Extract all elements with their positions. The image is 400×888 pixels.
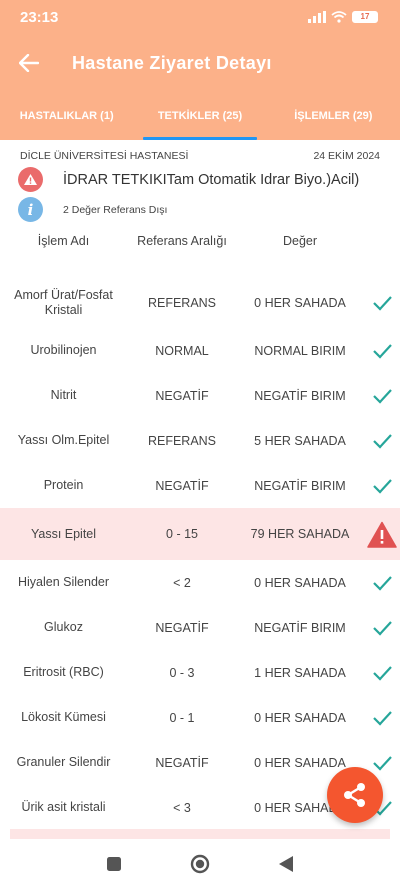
hospital-name: DİCLE ÜNİVERSİTESİ HASTANESİ [20,150,189,162]
row-name: Protein [43,478,84,492]
check-icon [372,478,392,494]
home-button[interactable] [188,852,212,876]
arrow-left-icon [19,54,39,72]
tab-islemler[interactable]: İŞLEMLER (29) [267,92,400,140]
row-range: < 2 [173,575,191,590]
check-icon [372,433,392,449]
row-range: NEGATİF [155,620,209,635]
row-name: Granuler Silendir [16,755,111,769]
results-table: Amorf Ürat/Fosfat Kristali REFERANS 0 HE… [0,278,400,830]
tab-hastaliklar[interactable]: HASTALIKLAR (1) [0,92,133,140]
row-value: NEGATİF BIRIM [254,388,346,403]
check-icon [372,620,392,636]
square-icon [107,857,121,871]
table-header: İşlem Adı Referans Aralığı Değer [0,222,400,262]
table-row[interactable]: Amorf Ürat/Fosfat Kristali REFERANS 0 HE… [0,278,400,328]
table-row[interactable]: Hiyalen Silender < 2 0 HER SAHADA [0,560,400,605]
row-range: 0 - 15 [166,527,198,541]
share-icon [344,783,365,807]
back-button[interactable] [18,52,40,74]
test-name: İDRAR TETKIKITam Otomatik Idrar Biyo.)Ac… [63,171,360,188]
out-of-range-text: 2 Değer Referans Dışı [63,203,168,216]
row-value: 0 HER SAHADA [254,755,346,770]
row-range: REFERANS [147,296,217,310]
check-icon [372,575,392,591]
signal-icon [308,11,326,23]
header-value: Değer [282,234,318,248]
warning-icon [18,167,43,192]
tab-bar: HASTALIKLAR (1) TETKİKLER (25) İŞLEMLER … [0,92,400,140]
table-row[interactable]: Yassı Olm.Epitel REFERANS 5 HER SAHADA [0,418,400,463]
row-name: Ürik asit kristali [21,800,106,814]
row-value: NEGATİF BIRIM [254,478,346,493]
app-bar: Hastane Ziyaret Detayı [0,34,400,92]
visit-meta: DİCLE ÜNİVERSİTESİ HASTANESİ 24 EKİM 202… [0,140,400,162]
check-icon [372,755,392,771]
next-row-partial [10,829,390,839]
status-time: 23:13 [20,8,59,26]
circle-icon [190,854,210,874]
row-range: NEGATİF [155,388,209,403]
check-icon [372,665,392,681]
content: DİCLE ÜNİVERSİTESİ HASTANESİ 24 EKİM 202… [0,140,400,830]
row-name: Urobilinojen [30,343,97,357]
info-icon: i [18,197,43,222]
row-range: < 3 [173,800,191,815]
row-range: NEGATİF [155,755,209,770]
status-bar: 23:13 17 [0,0,400,34]
recents-button[interactable] [102,852,126,876]
row-value: NORMAL BIRIM [254,343,346,358]
back-nav-button[interactable] [274,852,298,876]
row-value: NEGATİF BIRIM [254,620,346,635]
battery-icon: 17 [352,11,378,23]
table-row[interactable]: Glukoz NEGATİF NEGATİF BIRIM [0,605,400,650]
share-button[interactable] [327,767,383,823]
test-header: İDRAR TETKIKITam Otomatik Idrar Biyo.)Ac… [0,162,400,192]
row-value: 0 HER SAHADA [254,710,346,725]
page-title: Hastane Ziyaret Detayı [72,52,272,73]
row-name: Hiyalen Silender [17,575,110,589]
row-name: Yassı Epitel [30,526,97,541]
system-nav-bar [0,840,400,888]
status-icons: 17 [308,11,378,23]
row-range: NORMAL [155,343,209,358]
row-value: 5 HER SAHADA [254,433,346,448]
row-name: Lökosit Kümesi [21,710,106,724]
header-name: İşlem Adı [37,234,90,248]
row-value: 0 HER SAHADA [254,296,346,310]
tab-tetkikler[interactable]: TETKİKLER (25) [133,92,266,140]
check-icon [372,343,392,359]
row-name: Nitrit [50,388,77,402]
wifi-icon [331,11,347,23]
row-name: Eritrosit (RBC) [23,665,104,679]
row-name: Amorf Ürat/Fosfat Kristali [14,288,113,317]
out-of-range-summary: i 2 Değer Referans Dışı [0,192,400,222]
row-range: REFERANS [147,433,217,448]
warning-triangle-icon [366,521,397,548]
visit-date: 24 EKİM 2024 [313,150,380,162]
row-name: Glukoz [44,620,83,634]
check-icon [372,388,392,404]
row-range: 0 - 1 [169,710,195,725]
row-name: Yassı Olm.Epitel [17,433,110,447]
table-row[interactable]: Nitrit NEGATİF NEGATİF BIRIM [0,373,400,418]
table-row[interactable]: Lökosit Kümesi 0 - 1 0 HER SAHADA [0,695,400,740]
check-icon [372,710,392,726]
table-row[interactable]: Protein NEGATİF NEGATİF BIRIM [0,463,400,508]
row-value: 1 HER SAHADA [254,665,346,680]
triangle-back-icon [279,856,293,872]
table-row[interactable]: Urobilinojen NORMAL NORMAL BIRIM [0,328,400,373]
table-row[interactable]: Eritrosit (RBC) 0 - 3 1 HER SAHADA [0,650,400,695]
row-range: 0 - 3 [169,665,195,680]
row-range: NEGATİF [155,478,209,493]
table-row-abnormal[interactable]: Yassı Epitel 0 - 15 79 HER SAHADA [0,508,400,560]
row-value: 79 HER SAHADA [250,527,350,541]
check-icon [372,296,392,311]
header-range: Referans Aralığı [137,234,227,248]
row-value: 0 HER SAHADA [254,575,346,590]
